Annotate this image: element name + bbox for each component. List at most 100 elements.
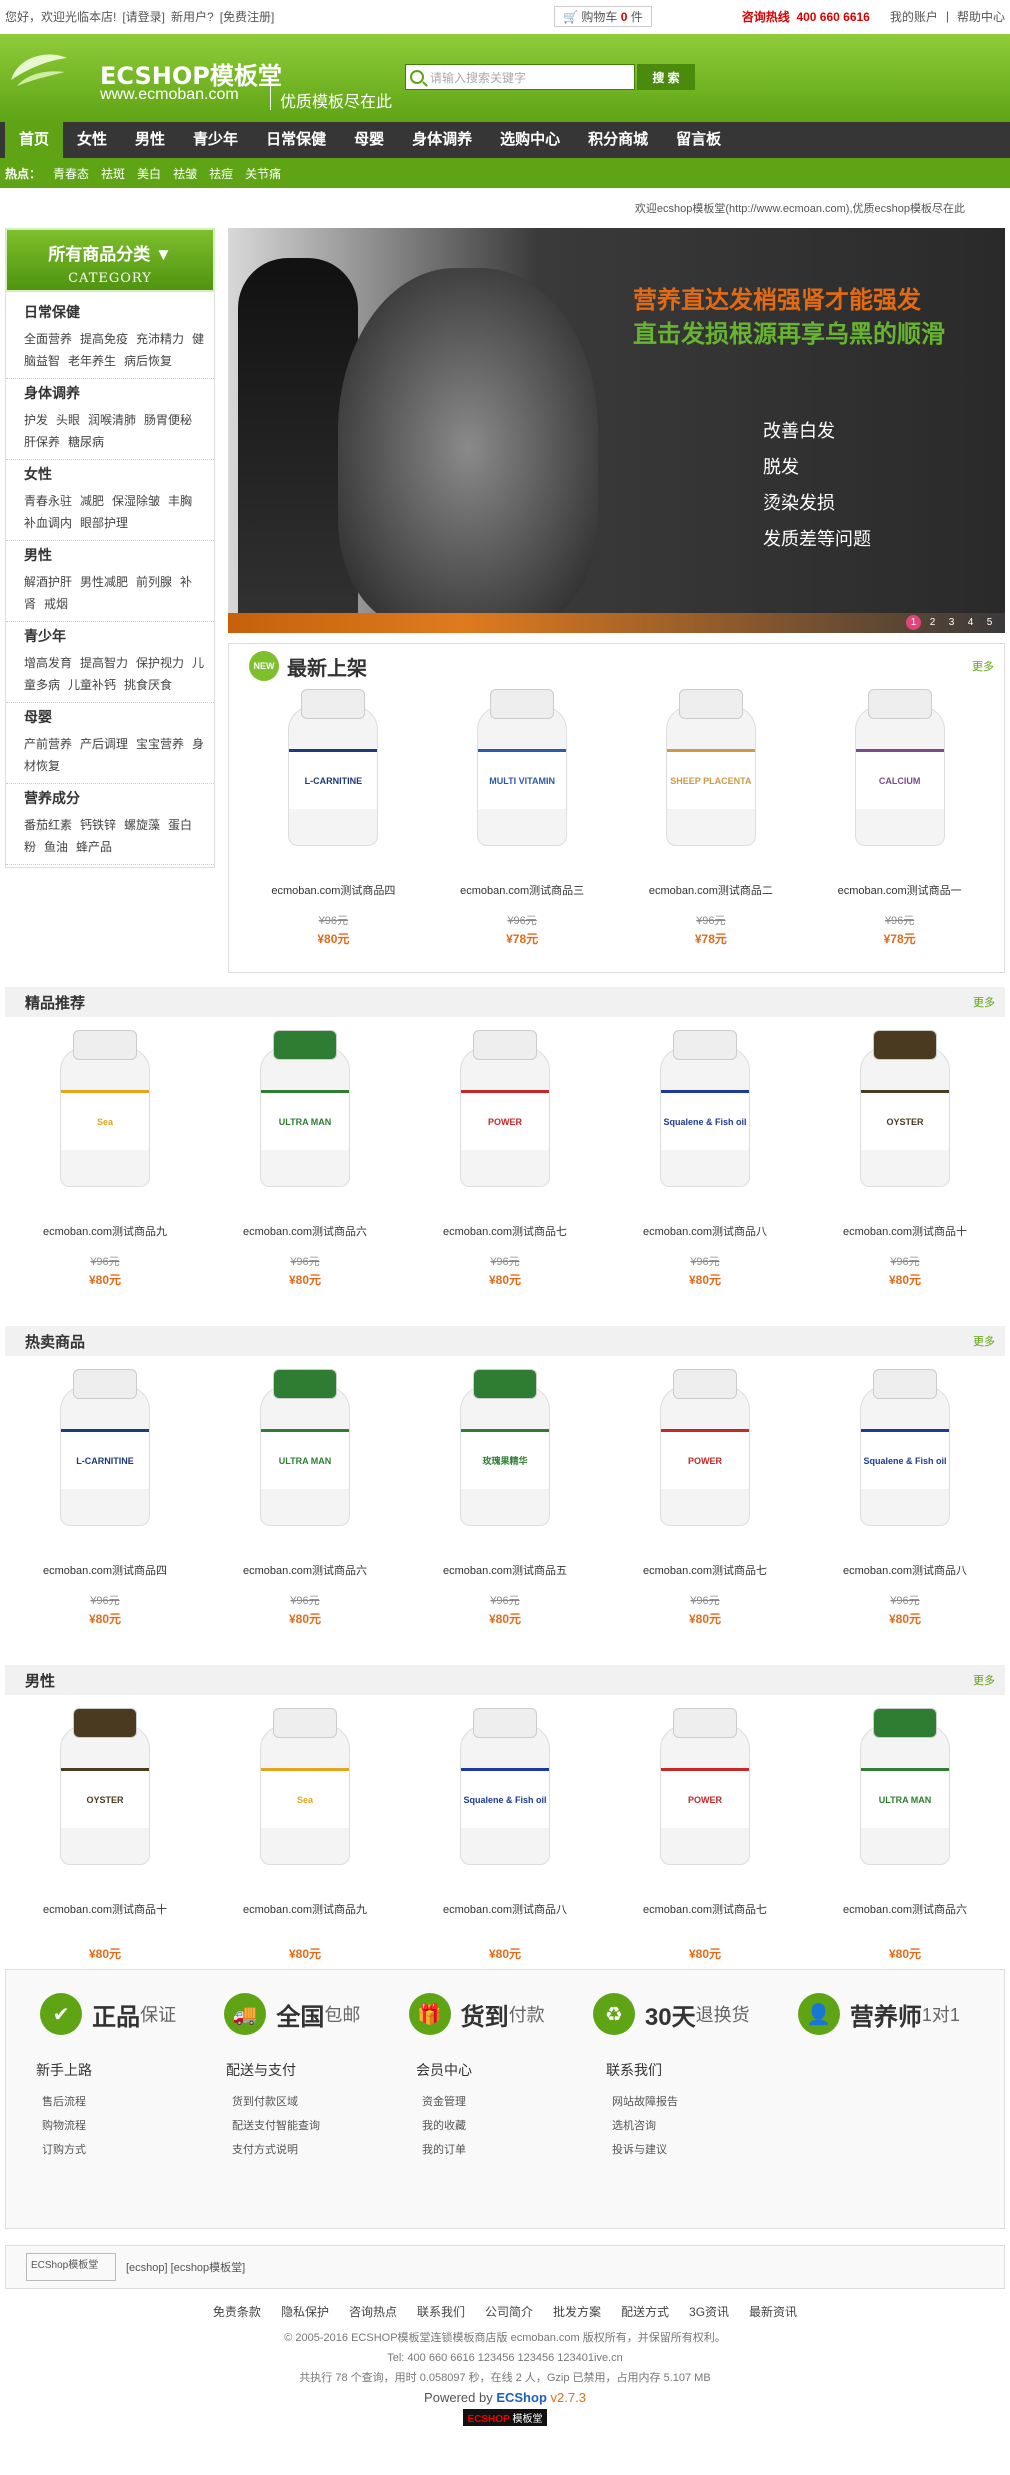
product-name[interactable]: ecmoban.com测试商品七 (610, 1562, 800, 1578)
category-item[interactable]: 肝保养 (24, 435, 60, 449)
product-image[interactable]: ULTRA MAN (230, 1029, 380, 1219)
banner-dot[interactable]: 4 (963, 615, 978, 630)
hotsale-more-link[interactable]: 更多 (973, 1333, 995, 1349)
nav-item[interactable]: 留言板 (662, 122, 735, 158)
help-link[interactable]: 资金管理 (416, 2090, 606, 2114)
banner-dot[interactable]: 2 (925, 615, 940, 630)
search-button[interactable]: 搜 索 (637, 64, 695, 90)
category-item[interactable]: 保湿除皱 (112, 494, 160, 508)
powered-brand[interactable]: ECShop (496, 2390, 547, 2405)
category-item[interactable]: 提高智力 (80, 656, 128, 670)
product-image[interactable]: ULTRA MAN (230, 1368, 380, 1558)
category-item[interactable]: 钙铁锌 (80, 818, 116, 832)
nav-item[interactable]: 积分商城 (574, 122, 662, 158)
product-name[interactable]: ecmoban.com测试商品三 (437, 882, 607, 898)
product-name[interactable]: ecmoban.com测试商品五 (410, 1562, 600, 1578)
product-name[interactable]: ecmoban.com测试商品七 (410, 1223, 600, 1239)
footer-nav-link[interactable]: 联系我们 (417, 2305, 465, 2319)
friend-link-image[interactable]: ECShop模板堂 (26, 2253, 116, 2281)
product-card[interactable]: OYSTER ecmoban.com测试商品十 ¥96元 ¥80元 (810, 1029, 1000, 1312)
category-header[interactable]: 所有商品分类 ▼ CATEGORY (5, 228, 215, 292)
banner-dot[interactable]: 1 (906, 615, 921, 630)
footer-nav-link[interactable]: 咨询热点 (349, 2305, 397, 2319)
category-item[interactable]: 挑食厌食 (124, 678, 172, 692)
product-name[interactable]: ecmoban.com测试商品九 (210, 1901, 400, 1917)
category-item[interactable]: 眼部护理 (80, 516, 128, 530)
hot-item[interactable]: 祛痘 (209, 165, 233, 182)
help-link[interactable]: 投诉与建议 (606, 2138, 796, 2162)
hot-item[interactable]: 青春态 (53, 165, 89, 182)
product-card[interactable]: CALCIUM ecmoban.com测试商品一 ¥96元 ¥78元 (815, 688, 985, 947)
category-item[interactable]: 螺旋藻 (124, 818, 160, 832)
login-link[interactable]: [请登录] (122, 10, 165, 24)
male-more-link[interactable]: 更多 (973, 1672, 995, 1688)
category-item[interactable]: 蜂产品 (76, 840, 112, 854)
hero-banner[interactable]: 营养直达发梢强肾才能强发 直击发损根源再享乌黑的顺滑 改善白发 脱发 烫染发损 发质差… (228, 228, 1005, 633)
product-image[interactable]: Squalene & Fish oil (630, 1029, 780, 1219)
product-card[interactable]: Sea ecmoban.com测试商品九 ¥96元 ¥80元 (10, 1029, 200, 1312)
cart-button[interactable]: 🛒 购物车 0 件 (554, 5, 652, 27)
new-products-more-link[interactable]: 更多 (972, 658, 994, 674)
category-item[interactable]: 全面营养 (24, 332, 72, 346)
nav-item[interactable]: 身体调养 (398, 122, 486, 158)
my-account-link[interactable]: 我的账户 (890, 8, 938, 25)
nav-item[interactable]: 首页 (5, 122, 64, 158)
nav-item[interactable]: 青少年 (179, 122, 252, 158)
product-name[interactable]: ecmoban.com测试商品一 (815, 882, 985, 898)
product-name[interactable]: ecmoban.com测试商品六 (810, 1901, 1000, 1917)
product-name[interactable]: ecmoban.com测试商品八 (810, 1562, 1000, 1578)
product-card[interactable]: Sea ecmoban.com测试商品九 ¥80元 (210, 1707, 400, 1965)
footer-nav-link[interactable]: 免责条款 (213, 2305, 261, 2319)
product-name[interactable]: ecmoban.com测试商品六 (210, 1223, 400, 1239)
product-image[interactable]: Sea (30, 1029, 180, 1219)
category-group-title[interactable]: 母婴 (24, 707, 206, 727)
category-item[interactable]: 提高免疫 (80, 332, 128, 346)
category-group-title[interactable]: 女性 (24, 464, 206, 484)
search-input[interactable]: 请输入搜索关键字 (405, 64, 635, 90)
product-card[interactable]: ULTRA MAN ecmoban.com测试商品六 ¥96元 ¥80元 (210, 1368, 400, 1651)
product-image[interactable]: MULTI VITAMIN (447, 688, 597, 878)
banner-dot[interactable]: 3 (944, 615, 959, 630)
product-image[interactable]: L-CARNITINE (30, 1368, 180, 1558)
register-link[interactable]: [免费注册] (220, 10, 275, 24)
category-item[interactable]: 肠胃便秘 (144, 413, 192, 427)
category-item[interactable]: 增高发育 (24, 656, 72, 670)
category-item[interactable]: 保护视力 (136, 656, 184, 670)
footer-nav-link[interactable]: 配送方式 (621, 2305, 669, 2319)
help-link[interactable]: 支付方式说明 (226, 2138, 416, 2162)
product-name[interactable]: ecmoban.com测试商品八 (610, 1223, 800, 1239)
banner-dot[interactable]: 5 (982, 615, 997, 630)
product-image[interactable]: POWER (630, 1707, 780, 1897)
help-link[interactable]: 售后流程 (36, 2090, 226, 2114)
product-name[interactable]: ecmoban.com测试商品十 (810, 1223, 1000, 1239)
category-item[interactable]: 糖尿病 (68, 435, 104, 449)
product-image[interactable]: SHEEP PLACENTA (636, 688, 786, 878)
product-image[interactable]: Squalene & Fish oil (430, 1707, 580, 1897)
help-link[interactable]: 我的收藏 (416, 2114, 606, 2138)
nav-item[interactable]: 日常保健 (252, 122, 340, 158)
product-name[interactable]: ecmoban.com测试商品六 (210, 1562, 400, 1578)
category-item[interactable]: 鱼油 (44, 840, 68, 854)
product-card[interactable]: SHEEP PLACENTA ecmoban.com测试商品二 ¥96元 ¥78元 (626, 688, 796, 947)
product-card[interactable]: L-CARNITINE ecmoban.com测试商品四 ¥96元 ¥80元 (248, 688, 418, 947)
footer-nav-link[interactable]: 3G资讯 (689, 2305, 729, 2319)
category-item[interactable]: 青春永驻 (24, 494, 72, 508)
product-name[interactable]: ecmoban.com测试商品七 (610, 1901, 800, 1917)
hot-item[interactable]: 美白 (137, 165, 161, 182)
product-image[interactable]: OYSTER (830, 1029, 980, 1219)
category-item[interactable]: 润喉清肺 (88, 413, 136, 427)
category-group-title[interactable]: 身体调养 (24, 383, 206, 403)
product-card[interactable]: Squalene & Fish oil ecmoban.com测试商品八 ¥80元 (410, 1707, 600, 1965)
category-item[interactable]: 头眼 (56, 413, 80, 427)
footer-nav-link[interactable]: 隐私保护 (281, 2305, 329, 2319)
category-group-title[interactable]: 日常保健 (24, 302, 206, 322)
product-card[interactable]: POWER ecmoban.com测试商品七 ¥80元 (610, 1707, 800, 1965)
footer-nav-link[interactable]: 批发方案 (553, 2305, 601, 2319)
product-card[interactable]: ULTRA MAN ecmoban.com测试商品六 ¥96元 ¥80元 (210, 1029, 400, 1312)
friend-links-text[interactable]: [ecshop] [ecshop模板堂] (126, 2259, 245, 2275)
product-image[interactable]: 玫瑰果精华 (430, 1368, 580, 1558)
footer-nav-link[interactable]: 最新资讯 (749, 2305, 797, 2319)
product-card[interactable]: POWER ecmoban.com测试商品七 ¥96元 ¥80元 (610, 1368, 800, 1651)
hot-item[interactable]: 祛皱 (173, 165, 197, 182)
category-item[interactable]: 护发 (24, 413, 48, 427)
